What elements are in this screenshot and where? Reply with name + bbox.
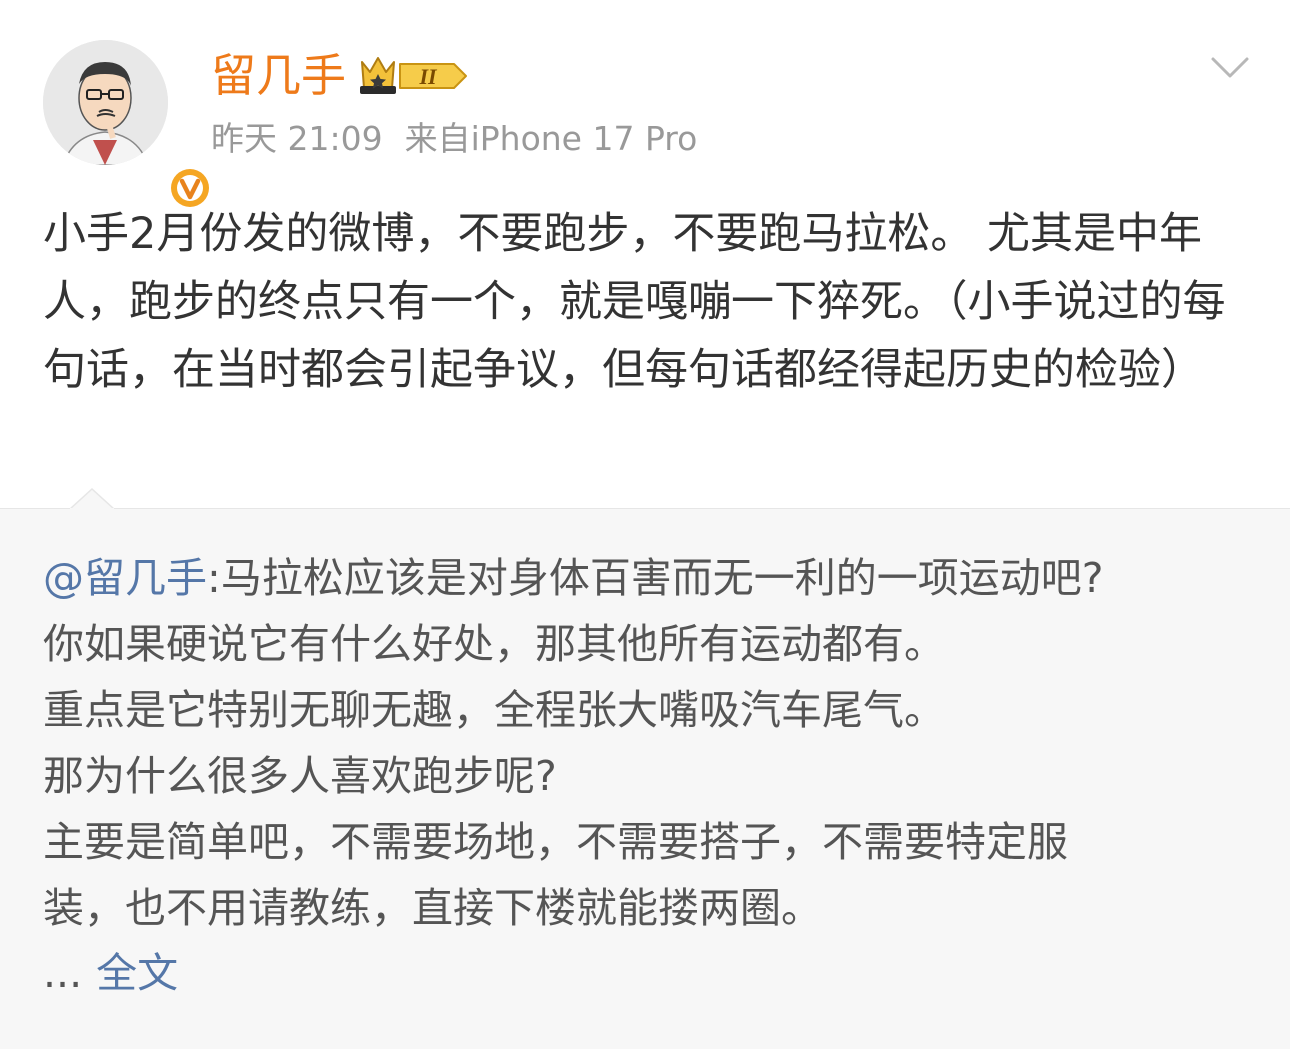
repost-line: 重点是它特别无聊无趣，全程张大嘴吸汽车尾气。 [43, 686, 945, 734]
repost-line: 那为什么很多人喜欢跑步呢? [43, 752, 557, 800]
repost-line: 主要是简单吧，不需要场地，不需要搭子，不需要特定服 [43, 818, 1068, 866]
repost-pointer-icon [70, 488, 114, 510]
repost-line: 装，也不用请教练，直接下楼就能搂两圈。 [43, 884, 822, 932]
post-meta: 昨天 21:09 来自iPhone 17 Pro [211, 118, 697, 160]
vip-level-label: II [418, 64, 438, 89]
mention-link[interactable]: @留几手 [43, 554, 207, 602]
ellipsis: ... [43, 949, 83, 997]
post-content: 小手2月份发的微博，不要跑步，不要跑马拉松。 尤其是中年人，跑步的终点只有一个，… [43, 209, 1226, 395]
post-source: 来自iPhone 17 Pro [404, 119, 698, 158]
vip-level-badge-icon[interactable]: II [356, 52, 472, 98]
more-row: ... 全文 [43, 940, 178, 1006]
username[interactable]: 留几手 [211, 50, 346, 102]
chevron-down-icon[interactable] [1210, 55, 1250, 81]
avatar[interactable] [43, 40, 213, 211]
repost-line-text: :马拉松应该是对身体百害而无一利的一项运动吧? [207, 554, 1104, 602]
repost-line: 你如果硬说它有什么好处，那其他所有运动都有。 [43, 620, 945, 668]
repost-text: @留几手:马拉松应该是对身体百害而无一利的一项运动吧? 你如果硬说它有什么好处，… [43, 545, 1243, 941]
full-text-link[interactable]: 全文 [96, 949, 178, 997]
weibo-post: 留几手 II 昨天 21:09 来自iPhone 17 Pro 小手2月份发的微博… [0, 0, 1290, 508]
post-timestamp: 昨天 21:09 [211, 119, 383, 158]
cartoon-avatar-icon [43, 40, 168, 165]
repost-first-line: @留几手:马拉松应该是对身体百害而无一利的一项运动吧? [43, 545, 1243, 611]
